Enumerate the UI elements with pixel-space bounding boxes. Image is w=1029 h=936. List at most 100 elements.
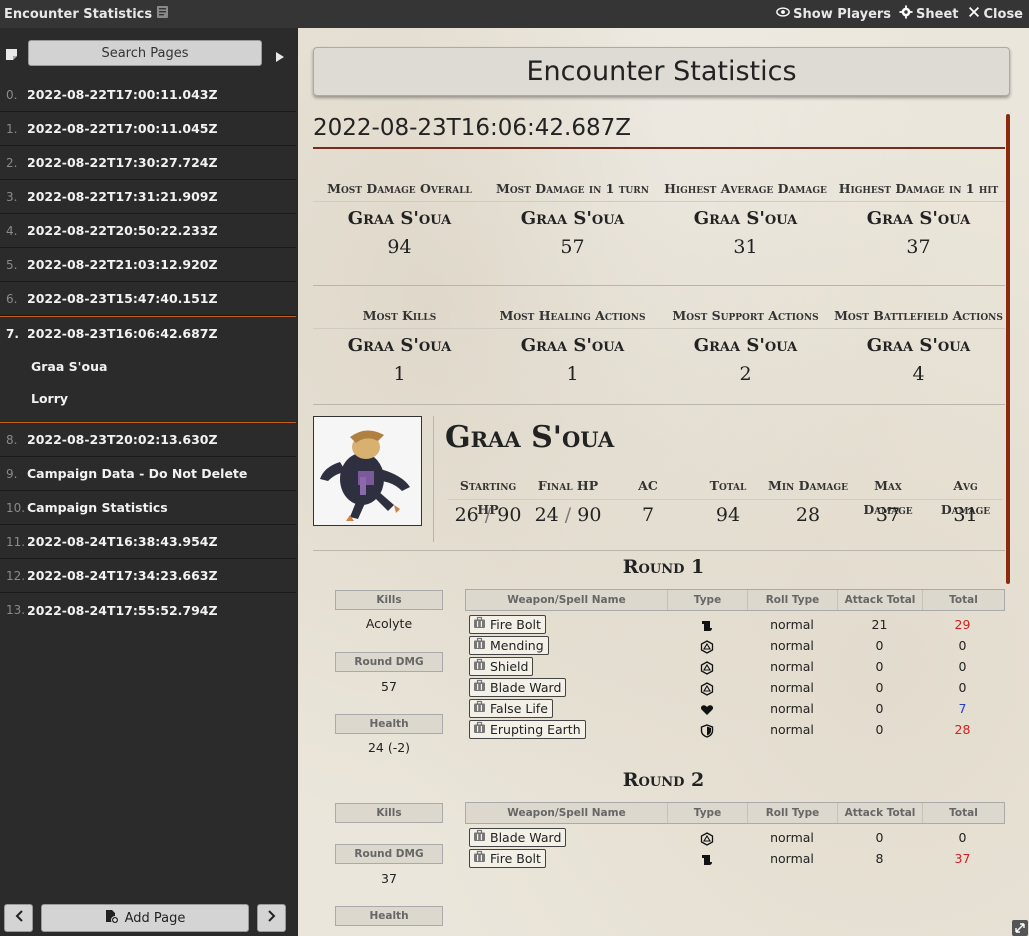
stat-label: Total (688, 474, 768, 500)
action-stats-grid: Most Kills Graa S'oua 1 Most Healing Act… (313, 303, 1005, 385)
stat-value: 31 (733, 236, 758, 258)
page-item[interactable]: 8. 2022-08-23T20:02:13.630Z (0, 423, 296, 457)
search-row: Search Pages (0, 36, 296, 68)
spell-name: Blade Ward (490, 830, 562, 845)
stat-cell: Highest Damage in 1 hit Graa S'oua 37 (832, 176, 1005, 258)
kills-label: Kills (335, 590, 443, 610)
spell-link[interactable]: Shield (469, 657, 534, 676)
page-item[interactable]: 10. Campaign Statistics (0, 491, 296, 525)
sub-page-list: Graa S'oua Lorry (0, 350, 296, 423)
add-page-button[interactable]: Add Page (41, 904, 249, 932)
attack-total: 0 (875, 659, 884, 674)
next-page-button[interactable] (257, 904, 286, 932)
roll-type: normal (770, 638, 814, 653)
spell-link[interactable]: Erupting Earth (469, 720, 586, 739)
stat-label: Highest Average Damage (659, 176, 832, 202)
main-panel: Encounter Statistics 2022-08-23T16:06:42… (296, 28, 1029, 936)
column-header: Roll Type (748, 590, 838, 610)
stat-label: Most Damage in 1 turn (486, 176, 659, 202)
page-item[interactable]: 1. 2022-08-22T17:00:11.045Z (0, 112, 296, 146)
page-item-active[interactable]: 7. 2022-08-23T16:06:42.687Z (0, 316, 296, 350)
spell-name-cell: Fire Bolt (465, 614, 667, 635)
divider (313, 550, 1005, 551)
spell-link[interactable]: False Life (469, 699, 553, 718)
spell-link[interactable]: Mending (469, 636, 549, 655)
character-portrait[interactable] (313, 416, 422, 526)
page-number: 3. (6, 189, 18, 204)
page-item[interactable]: 9. Campaign Data - Do Not Delete (0, 457, 296, 491)
page-number: 8. (6, 432, 18, 447)
sheet-button[interactable]: Sheet (899, 5, 959, 23)
briefcase-icon (473, 850, 486, 867)
max-damage: 37 (875, 504, 901, 526)
stat-character-name: Graa S'oua (866, 208, 971, 229)
play-arrow-icon[interactable] (276, 47, 284, 62)
page-label: 2022-08-24T17:34:23.663Z (27, 568, 218, 583)
row-total: 0 (958, 830, 967, 845)
page-number: 2. (6, 155, 18, 170)
row-total: 0 (958, 638, 967, 653)
attack-total: 0 (875, 722, 884, 737)
sub-page-item[interactable]: Lorry (0, 382, 296, 414)
attack-total: 0 (875, 638, 884, 653)
stat-label: Avg Damage (928, 474, 1003, 517)
page-label: 2022-08-24T17:55:52.794Z (27, 602, 218, 618)
spell-name: Fire Bolt (490, 851, 541, 866)
page-list: 0. 2022-08-22T17:00:11.043Z 1. 2022-08-22T… (0, 78, 296, 627)
page-item[interactable]: 5. 2022-08-22T21:03:12.920Z (0, 248, 296, 282)
avg-damage: 31 (953, 504, 978, 526)
parchment-page[interactable]: Encounter Statistics 2022-08-23T16:06:42… (298, 28, 1029, 936)
column-header: Total (949, 807, 978, 819)
stat-value: 1 (566, 363, 579, 385)
page-label: 2022-08-23T15:47:40.151Z (27, 291, 218, 306)
page-item[interactable]: 0. 2022-08-22T17:00:11.043Z (0, 78, 296, 112)
show-players-button[interactable]: Show Players (776, 5, 891, 23)
page-number: 10. (6, 500, 26, 515)
page-item[interactable]: 4. 2022-08-22T20:50:22.233Z (0, 214, 296, 248)
health-label: Health (335, 906, 443, 926)
show-players-label: Show Players (793, 6, 892, 22)
page-item[interactable]: 3. 2022-08-22T17:31:21.909Z (0, 180, 296, 214)
round-table: Weapon/Spell Name Type Roll Type Attack … (465, 589, 1005, 740)
close-button[interactable]: Close (967, 5, 1023, 23)
page-item[interactable]: 2. 2022-08-22T17:30:27.724Z (0, 146, 296, 180)
close-icon (967, 5, 981, 23)
page-item[interactable]: 11. 2022-08-24T16:38:43.954Z (0, 525, 296, 559)
page-number: 7. (6, 326, 19, 341)
stat-character-name: Graa S'oua (347, 208, 452, 229)
page-label: Campaign Data - Do Not Delete (27, 466, 248, 481)
spell-link[interactable]: Blade Ward (469, 678, 567, 697)
page-item[interactable]: 13. 2022-08-24T17:55:52.794Z (0, 593, 296, 627)
search-pages-button[interactable]: Search Pages (28, 40, 262, 66)
round-table: Weapon/Spell Name Type Roll Type Attack … (465, 802, 1005, 869)
divider (313, 285, 1005, 286)
page-item[interactable]: 12. 2022-08-24T17:34:23.663Z (0, 559, 296, 593)
prev-page-button[interactable] (4, 904, 33, 932)
page-label: Campaign Statistics (27, 500, 168, 515)
page-number: 13. (6, 603, 26, 617)
spell-name-cell: Blade Ward (465, 677, 667, 698)
stat-character-name: Graa S'oua (866, 335, 971, 356)
d20-icon (700, 659, 714, 675)
stat-cell: Most Battlefield Actions Graa S'oua 4 (832, 303, 1005, 385)
sub-page-item[interactable]: Graa S'oua (0, 350, 296, 382)
spell-link[interactable]: Blade Ward (469, 828, 567, 847)
row-total: 29 (954, 617, 971, 632)
stat-value: 1 (393, 363, 406, 385)
table-row: Blade Ward normal 0 0 (465, 827, 1005, 848)
resize-handle[interactable] (1012, 920, 1028, 936)
note-icon[interactable] (5, 46, 18, 60)
table-row: Shield normal 0 0 (465, 656, 1005, 677)
stat-character-name: Graa S'oua (347, 335, 452, 356)
d20-icon (700, 680, 714, 696)
book-icon[interactable] (156, 5, 169, 23)
spell-name-cell: Mending (465, 635, 667, 656)
page-number: 0. (6, 87, 18, 102)
page-item[interactable]: 6. 2022-08-23T15:47:40.151Z (0, 282, 296, 316)
sidebar: Search Pages 0. 2022-08-22T17:00:11.043Z … (0, 28, 296, 936)
scrollbar[interactable] (1006, 114, 1010, 584)
stat-cell: Most Healing Actions Graa S'oua 1 (486, 303, 659, 385)
spell-link[interactable]: Fire Bolt (469, 849, 546, 868)
spell-link[interactable]: Fire Bolt (469, 615, 546, 634)
stat-label: Final HP (528, 474, 608, 500)
